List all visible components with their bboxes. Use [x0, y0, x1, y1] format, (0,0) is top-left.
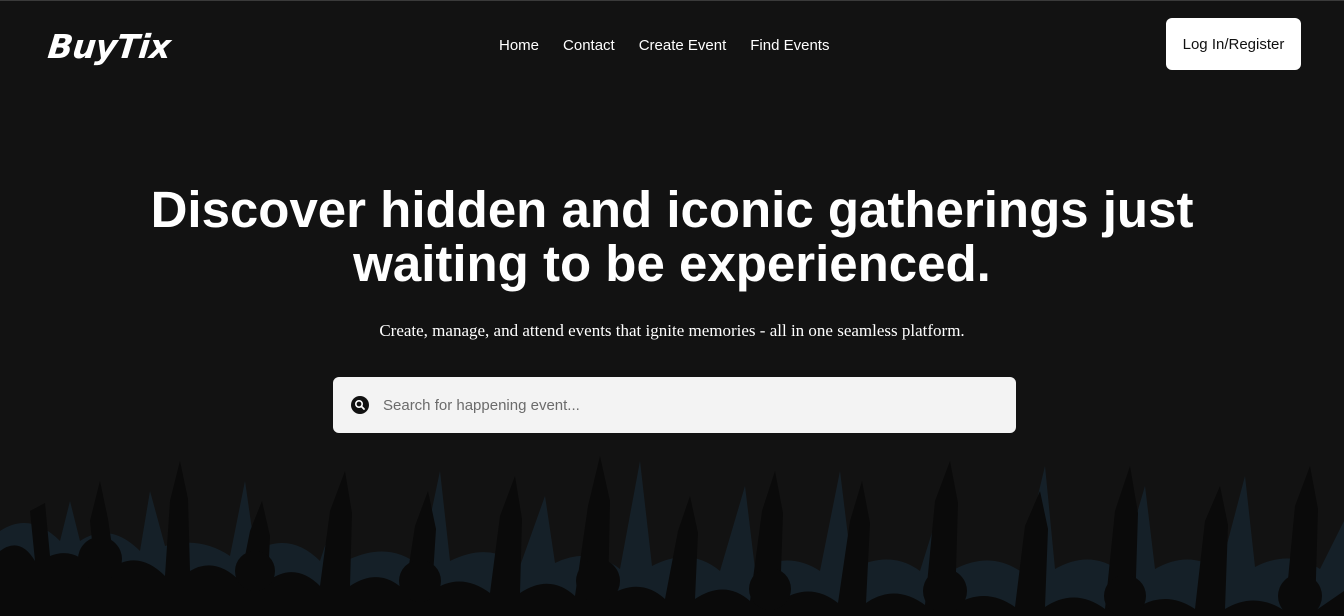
brand-logo[interactable]: BuyTix	[46, 27, 172, 67]
search-input[interactable]	[383, 377, 1003, 433]
hero-title: Discover hidden and iconic gatherings ju…	[150, 181, 1194, 292]
hero-section: Discover hidden and iconic gatherings ju…	[0, 1, 1344, 616]
search-icon	[351, 396, 369, 414]
crowd-silhouette-image	[0, 456, 1344, 616]
nav-link-contact[interactable]: Contact	[563, 37, 615, 54]
nav-links: Home Contact Create Event Find Events	[499, 34, 829, 56]
hero-subtitle: Create, manage, and attend events that i…	[379, 321, 965, 340]
nav-link-create-event[interactable]: Create Event	[639, 37, 727, 54]
nav-link-find-events[interactable]: Find Events	[750, 37, 829, 54]
login-register-button[interactable]: Log In/Register	[1166, 18, 1301, 70]
navbar: BuyTix Home Contact Create Event Find Ev…	[0, 1, 1344, 89]
search-bar[interactable]	[333, 377, 1016, 433]
nav-link-home[interactable]: Home	[499, 37, 539, 54]
